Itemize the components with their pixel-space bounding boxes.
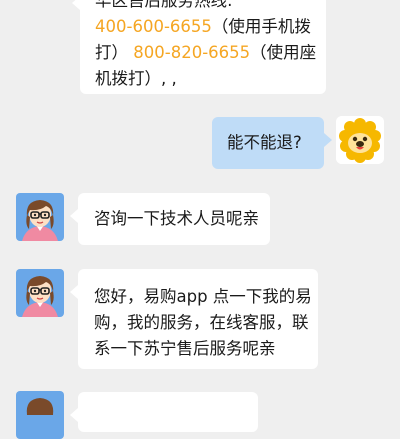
user-avatar[interactable] [336,116,384,164]
agent-girl-avatar-icon [16,193,64,241]
hotline-line-mobile: 400-600-6655（使用手机拨 [95,14,314,40]
hotline-title-text: 华区售后服务热线: [95,0,233,10]
agent-message-line: 系一下苏宁售后服务呢亲 [94,339,276,358]
agent-message-text: 咨询一下技术人员呢亲 [94,209,259,228]
user-message-bubble: 能不能退? [212,117,332,169]
suning-lion-avatar-icon [336,116,384,164]
hotline-phone-landline-note: （使用座 [250,43,317,62]
agent-avatar[interactable] [16,391,64,439]
hotline-line-landline: 打） 800-820-6655（使用座 [95,40,317,66]
agent-girl-avatar-icon [16,269,64,317]
agent-message-line: 您好，易购app 点一下我的易 [94,287,312,306]
hotline-phone-landline[interactable]: 800-820-6655 [133,43,250,62]
agent-message-bubble-hotline: 华区售后服务热线: 400-600-6655（使用手机拨 打） 800-820-… [72,0,326,94]
hotline-line-end: 机拨打）, , [95,69,177,88]
agent-avatar[interactable] [16,269,64,317]
user-message-text: 能不能退? [227,133,302,152]
hotline-phone-mobile[interactable]: 400-600-6655 [95,17,212,36]
agent-message-bubble-partial [70,392,258,432]
agent-message-bubble-app: 您好，易购app 点一下我的易 购，我的服务，在线客服，联 系一下苏宁售后服务呢… [70,269,318,369]
hotline-line-landline-prefix: 打） [95,43,128,62]
agent-girl-avatar-icon [16,391,64,439]
agent-avatar[interactable] [16,193,64,241]
agent-message-line: 购，我的服务，在线客服，联 [94,313,309,332]
hotline-phone-mobile-note: （使用手机拨 [211,17,311,36]
agent-message-bubble-tech: 咨询一下技术人员呢亲 [70,193,270,245]
